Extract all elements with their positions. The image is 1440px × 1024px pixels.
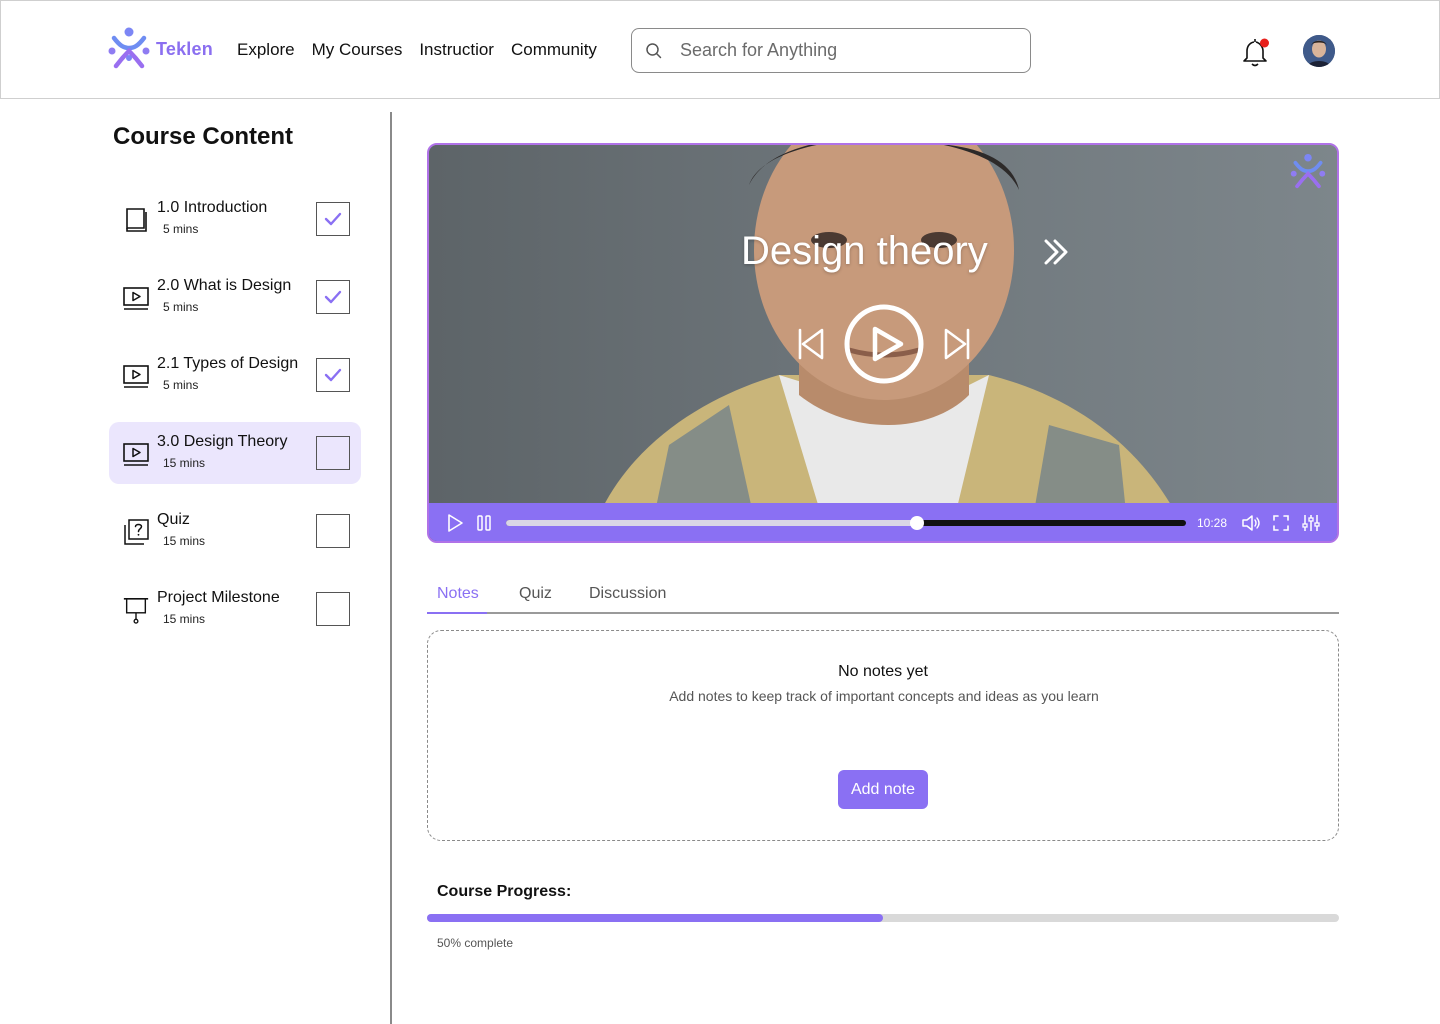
add-note-button[interactable]: Add note [838,770,928,809]
lesson-duration: 5 mins [163,222,199,236]
nav-community[interactable]: Community [511,40,597,60]
teklen-logo-icon [108,27,150,69]
lesson-item-introduction[interactable]: 1.0 Introduction 5 mins [109,188,361,250]
fast-forward-icon[interactable] [1041,235,1071,269]
notes-empty-subtitle: Add notes to keep track of important con… [669,688,1099,704]
lesson-complete-checkbox[interactable] [316,280,350,314]
nav-instructor[interactable]: Instructior [419,40,494,60]
lesson-complete-checkbox[interactable] [316,514,350,548]
checkmark-icon [324,290,342,304]
settings-sliders-icon[interactable] [1301,513,1321,533]
tab-notes[interactable]: Notes [437,585,479,603]
active-tab-indicator [427,612,487,614]
notification-dot [1260,38,1269,48]
lesson-complete-checkbox[interactable] [316,592,350,626]
course-progress-fill [427,914,883,922]
notification-bell-icon[interactable] [1241,36,1271,68]
video-lesson-icon [123,443,149,466]
skip-previous-icon[interactable] [796,327,826,361]
notes-panel: No notes yet Add notes to keep track of … [427,630,1339,841]
pause-icon[interactable] [474,513,494,533]
video-time: 10:28 [1197,516,1228,530]
lesson-title: 2.0 What is Design [157,277,292,294]
skip-next-icon[interactable] [942,327,972,361]
lesson-title: Project Milestone [157,589,280,606]
checkmark-icon [324,212,342,226]
course-progress-label: Course Progress: [437,883,572,900]
sidebar-divider [390,112,392,1024]
lesson-duration: 15 mins [163,612,206,626]
lesson-duration: 5 mins [163,300,199,314]
lesson-title: Quiz [157,511,190,528]
course-progress-text: 50% complete [437,936,514,950]
course-progress-bar [427,914,1339,922]
lesson-title: 1.0 Introduction [157,199,268,216]
lesson-duration: 15 mins [163,456,206,470]
lesson-item-types-of-design[interactable]: 2.1 Types of Design 5 mins [109,344,361,406]
lesson-complete-checkbox[interactable] [316,436,350,470]
quiz-icon [124,519,149,545]
video-controls-bar: 10:28 [429,503,1337,541]
video-lesson-icon [123,287,149,310]
video-player[interactable]: Design theory 10:28 [427,143,1339,543]
presentation-board-icon [123,598,149,624]
brand-name: Teklen [156,38,213,59]
search-input[interactable] [680,40,1010,61]
tab-quiz[interactable]: Quiz [519,585,552,603]
lesson-duration: 5 mins [163,378,199,392]
top-header: Teklen Explore My Courses Instructior Co… [0,0,1440,99]
lesson-complete-checkbox[interactable] [316,358,350,392]
checkmark-icon [324,368,342,382]
lesson-item-quiz[interactable]: Quiz 15 mins [109,500,361,562]
volume-icon[interactable] [1241,513,1261,533]
main-nav: Explore My Courses Instructior Community [237,40,614,60]
play-large-icon[interactable] [843,303,925,385]
lesson-item-what-is-design[interactable]: 2.0 What is Design 5 mins [109,266,361,328]
search-bar[interactable] [631,28,1031,73]
nav-explore[interactable]: Explore [237,40,295,60]
tab-discussion[interactable]: Discussion [589,585,666,603]
course-content-title: Course Content [113,123,293,150]
lesson-item-design-theory[interactable]: 3.0 Design Theory 15 mins [109,422,361,484]
content-tabs: Notes Quiz Discussion [427,580,1339,614]
lesson-duration: 15 mins [163,534,206,548]
lesson-item-project-milestone[interactable]: Project Milestone 15 mins [109,578,361,640]
notes-empty-title: No notes yet [838,663,928,680]
brand-logo[interactable]: Teklen [108,24,213,74]
lesson-title: 2.1 Types of Design [157,355,299,372]
lesson-title: 3.0 Design Theory [157,433,288,450]
video-seek-bar[interactable] [506,516,1186,530]
fullscreen-icon[interactable] [1271,513,1291,533]
video-seek-played [506,520,918,526]
video-title: Design theory [741,229,988,273]
avatar-icon [1303,35,1335,67]
user-avatar[interactable] [1303,35,1335,67]
search-icon [646,42,662,58]
video-lesson-icon [123,365,149,388]
teklen-watermark-icon [1290,153,1326,189]
book-icon [126,208,147,232]
video-seek-handle[interactable] [910,516,925,530]
nav-my-courses[interactable]: My Courses [312,40,403,60]
lesson-complete-checkbox[interactable] [316,202,350,236]
play-icon[interactable] [445,513,465,533]
